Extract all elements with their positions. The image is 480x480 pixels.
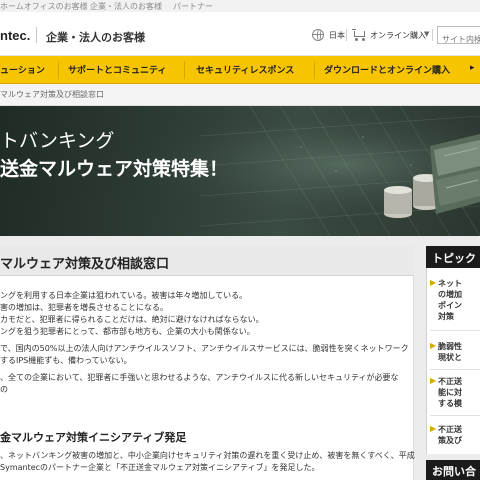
header-divider bbox=[432, 29, 433, 41]
site-header: ntec. 企業・法人のお客様 日本 オンライン購入 ▼ bbox=[0, 12, 480, 56]
hero-title-line2: 送金マルウェア対策特集！ bbox=[0, 158, 229, 180]
body-text: 、ネットバンキング被害の増加と、中小企業向けセキュリティ対策の遅れを重く受け止め… bbox=[0, 451, 415, 460]
arrow-right-icon: ▶ bbox=[430, 424, 437, 433]
globe-icon[interactable] bbox=[312, 29, 324, 41]
body-text: 、全ての企業において、犯罪者に手強いと思わせるような、アンチウイルスに代る新しい… bbox=[0, 373, 399, 382]
online-purchase-menu[interactable]: オンライン購入 bbox=[370, 30, 426, 41]
header-divider bbox=[346, 29, 347, 41]
contact-heading: お問い合 bbox=[432, 465, 476, 478]
nav-divider bbox=[314, 61, 315, 79]
search-field[interactable] bbox=[437, 26, 480, 48]
topic-link-text: の増加 bbox=[438, 290, 462, 299]
section-subheading: 金マルウェア対策イニシアティブ発足 bbox=[0, 431, 187, 444]
nav-scroll-arrow[interactable]: ▸ bbox=[470, 63, 475, 73]
topic-link-text: 脆弱性 bbox=[438, 342, 462, 351]
audience-link-partner[interactable]: パートナー bbox=[173, 1, 213, 12]
body-text: 害の増加は、犯罪者を増長させることになる。 bbox=[0, 303, 168, 312]
topic-link-text: 対策 bbox=[438, 312, 454, 321]
divider bbox=[430, 369, 480, 370]
divider bbox=[430, 415, 480, 416]
cart-icon[interactable] bbox=[352, 29, 366, 41]
logo[interactable]: ntec. bbox=[0, 28, 30, 43]
topic-link[interactable]: ▶ 不正送 策及び bbox=[430, 424, 480, 448]
breadcrumb: マルウェア対策及び相談窓口 bbox=[0, 84, 480, 106]
body-text: ングを狙う犯罪者にとって、都市部も地方も、企業の大小も関係ない。 bbox=[0, 327, 255, 336]
topic-link-text: 能に対 bbox=[438, 388, 462, 397]
arrow-right-icon: ▶ bbox=[430, 376, 437, 385]
body-text-continuation: の bbox=[0, 385, 8, 394]
nav-divider bbox=[184, 61, 185, 79]
topic-link-text: ポイン bbox=[438, 301, 462, 310]
body-text: ングを利用する日本企業は狙われている。被害は年々増加している。 bbox=[0, 291, 248, 300]
body-text: するIPS機能ずも、備わっていない。 bbox=[0, 356, 132, 365]
audience-bar: ホームオフィスのお客様 企業・法人のお客様 パートナー bbox=[0, 0, 480, 12]
search-input[interactable] bbox=[438, 31, 480, 48]
nav-item-support-community[interactable]: サポートとコミュニティ bbox=[68, 63, 166, 76]
topic-link[interactable]: ▶ ネット の増加 ポイン 対策 bbox=[430, 278, 480, 324]
topic-link[interactable]: ▶ 不正送 能に対 する模 bbox=[430, 376, 480, 410]
topic-link-text: 不正送 bbox=[438, 425, 462, 434]
arrow-right-icon: ▶ bbox=[430, 341, 437, 350]
topic-link-text: 不正送 bbox=[438, 377, 462, 386]
topic-link-text: する模 bbox=[438, 399, 462, 408]
breadcrumb-current: マルウェア対策及び相談窓口 bbox=[0, 90, 104, 99]
body-text: カモだと、犯罪者に得られることだけは、絶対に避けなければならない。 bbox=[0, 315, 264, 324]
nav-item-security-response[interactable]: セキュリティレスポンス bbox=[196, 63, 294, 76]
header-divider bbox=[36, 27, 37, 43]
banknote-illustration bbox=[430, 134, 480, 214]
section-header: マルウェア対策及び相談窓口 bbox=[0, 246, 414, 276]
topic-link[interactable]: ▶ 脆弱性 現状と bbox=[430, 341, 480, 365]
main-nav: ューション サポートとコミュニティ セキュリティレスポンス ダウンロードとオンラ… bbox=[0, 56, 480, 84]
page-title: マルウェア対策及び相談窓口 bbox=[0, 257, 170, 272]
hero-title-line1: トバンキング bbox=[0, 130, 115, 152]
nav-item-download-purchase[interactable]: ダウンロードとオンライン購入 bbox=[324, 63, 450, 76]
topic-link-text: ネット bbox=[438, 279, 462, 288]
audience-link-home-office[interactable]: ホームオフィスのお客様 bbox=[0, 1, 88, 12]
language-selector[interactable]: 日本 bbox=[329, 30, 345, 41]
topic-link-text: 現状と bbox=[438, 353, 462, 362]
body-text: で、国内の50%以上の法人向けアンチウイルスソフト、アンチウイルスサービスには、… bbox=[0, 344, 409, 353]
audience-link-enterprise[interactable]: 企業・法人のお客様 bbox=[90, 1, 162, 12]
topics-header: トピック bbox=[426, 246, 480, 268]
arrow-right-icon: ▶ bbox=[430, 278, 437, 287]
nav-item-solutions[interactable]: ューション bbox=[0, 63, 45, 76]
nav-divider bbox=[58, 61, 59, 79]
site-section-title: 企業・法人のお客様 bbox=[46, 31, 145, 44]
topics-heading: トピック bbox=[432, 252, 476, 265]
hero-banner: トバンキング 送金マルウェア対策特集！ bbox=[0, 106, 480, 236]
body-text: Symantecのパートナー企業と「不正送金マルウェア対策イニシアティブ」を発足… bbox=[0, 463, 320, 472]
chevron-down-icon[interactable]: ▼ bbox=[424, 30, 429, 38]
contact-header: お問い合 bbox=[426, 460, 480, 480]
topic-link-text: 策及び bbox=[438, 436, 462, 445]
divider bbox=[430, 330, 480, 331]
